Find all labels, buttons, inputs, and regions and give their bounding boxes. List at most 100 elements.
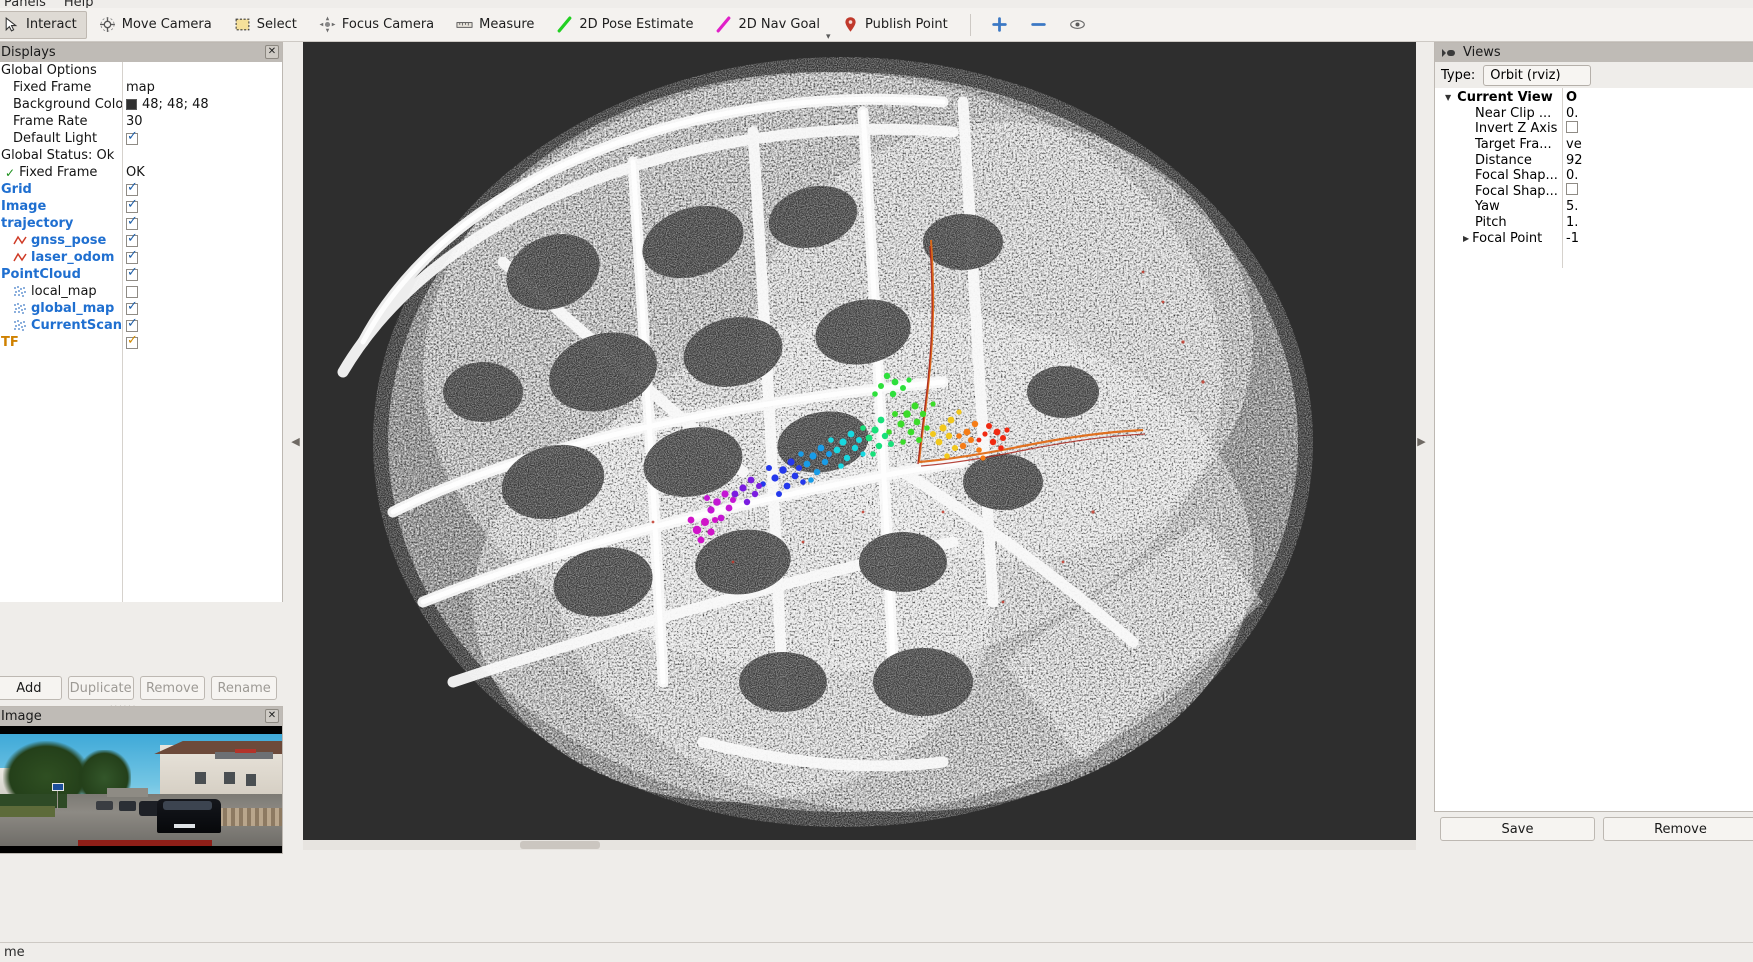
current-scan-checkbox[interactable]	[126, 317, 138, 332]
tool-2d-pose-estimate[interactable]: 2D Pose Estimate	[546, 11, 703, 39]
global-map-checkbox[interactable]	[126, 300, 138, 315]
select-icon	[235, 18, 250, 31]
display-row-image[interactable]: Image	[0, 198, 282, 215]
view-horizontal-scrollbar[interactable]	[303, 840, 1416, 850]
chevron-down-icon[interactable]: ▼	[1445, 93, 1451, 102]
views-prop-value[interactable]: 0.	[1562, 106, 1753, 121]
tool-visibility-button[interactable]	[1059, 11, 1096, 39]
display-row-global-status[interactable]: Global Status: Ok	[0, 147, 282, 164]
default-light-checkbox[interactable]	[126, 130, 138, 145]
add-tool-button[interactable]	[981, 11, 1018, 39]
image-checkbox[interactable]	[126, 198, 138, 213]
laser-odom-checkbox[interactable]	[126, 249, 138, 264]
views-prop-value[interactable]: 92	[1562, 153, 1753, 168]
views-row-yaw[interactable]: Yaw 5.	[1435, 199, 1753, 215]
display-label: laser_odom	[31, 250, 115, 265]
display-row-laser-odom[interactable]: laser_odom	[0, 249, 282, 266]
left-panel-collapse-handle[interactable]: ◀	[291, 434, 300, 450]
render-view-3d[interactable]	[303, 42, 1416, 840]
image-close-button[interactable]: ✕	[265, 709, 279, 723]
car-far	[119, 801, 137, 812]
display-row-grid[interactable]: Grid	[0, 181, 282, 198]
views-prop-value[interactable]: 1.	[1562, 215, 1753, 230]
display-label: Frame Rate	[13, 114, 88, 129]
focal-shape-fixed-checkbox[interactable]	[1566, 183, 1578, 196]
camera-image-view[interactable]	[0, 726, 282, 853]
path-icon	[13, 252, 27, 262]
display-row-fixed-frame[interactable]: Fixed Frame map	[0, 79, 282, 96]
remove-display-button: Remove	[139, 676, 206, 700]
tool-move-camera[interactable]: Move Camera	[89, 11, 222, 39]
views-prop-label: Focal Point	[1472, 230, 1543, 246]
path-icon	[13, 235, 27, 245]
display-row-global-map[interactable]: global_map	[0, 300, 282, 317]
views-row-distance[interactable]: Distance 92	[1435, 152, 1753, 168]
remove-view-button[interactable]: Remove	[1603, 817, 1753, 841]
display-row-trajectory[interactable]: trajectory	[0, 215, 282, 232]
views-row-near-clip[interactable]: Near Clip ... 0.	[1435, 106, 1753, 122]
views-prop-value[interactable]: ve	[1562, 137, 1753, 152]
pointcloud-checkbox[interactable]	[126, 266, 138, 281]
street-sign	[52, 783, 64, 792]
views-row-focal-shape-fixed[interactable]: Focal Shap...	[1435, 183, 1753, 200]
views-prop-value[interactable]: 5.	[1562, 199, 1753, 214]
nav-goal-icon	[717, 16, 731, 33]
display-row-status-fixed-frame[interactable]: ✓ Fixed Frame OK	[0, 164, 282, 181]
tool-2d-nav-goal[interactable]: 2D Nav Goal	[705, 11, 830, 39]
display-label: Background Color	[13, 97, 122, 112]
toolbar-overflow-arrow[interactable]: ▾	[826, 32, 831, 42]
tool-publish-point-label: Publish Point	[865, 17, 948, 32]
display-row-tf[interactable]: TF	[0, 334, 282, 351]
tool-interact[interactable]: Interact	[0, 10, 87, 39]
display-row-background-color[interactable]: Background Color 48; 48; 48	[0, 96, 282, 113]
displays-close-button[interactable]: ✕	[265, 45, 279, 59]
views-row-target-frame[interactable]: Target Fra... ve	[1435, 137, 1753, 153]
views-prop-value[interactable]: 0.	[1562, 168, 1753, 183]
views-prop-label: Distance	[1475, 152, 1532, 168]
display-label: global_map	[31, 301, 115, 316]
invert-z-axis-checkbox[interactable]	[1566, 120, 1578, 133]
view-scrollbar-thumb[interactable]	[520, 841, 600, 849]
views-row-invert-z-axis[interactable]: Invert Z Axis	[1435, 120, 1753, 137]
trajectory-checkbox[interactable]	[126, 215, 138, 230]
views-row-focal-point[interactable]: ▶ Focal Point -1	[1435, 230, 1753, 246]
display-row-local-map[interactable]: local_map	[0, 283, 282, 300]
grid-checkbox[interactable]	[126, 181, 138, 196]
views-column-divider[interactable]	[1562, 88, 1563, 268]
views-row-focal-shape-size[interactable]: Focal Shap... 0.	[1435, 168, 1753, 184]
background-color-swatch[interactable]	[126, 99, 137, 110]
flower-box	[235, 748, 256, 754]
plus-icon	[992, 17, 1007, 32]
tool-focus-camera[interactable]: Focus Camera	[309, 11, 444, 39]
tool-measure[interactable]: Measure	[446, 11, 544, 39]
views-prop-value[interactable]: -1	[1562, 231, 1753, 246]
display-row-default-light[interactable]: Default Light	[0, 130, 282, 147]
chevron-right-icon[interactable]: ▶	[1463, 234, 1469, 243]
right-panel-collapse-handle[interactable]: ▶	[1417, 434, 1426, 450]
current-view-label: Current View	[1457, 90, 1553, 106]
window	[245, 774, 256, 786]
display-row-current-scan[interactable]: CurrentScan	[0, 317, 282, 334]
local-map-checkbox[interactable]	[126, 285, 138, 298]
views-prop-label: Focal Shap...	[1475, 183, 1558, 199]
save-view-button[interactable]: Save	[1440, 817, 1595, 841]
focus-camera-icon	[319, 16, 336, 33]
display-row-gnss-pose[interactable]: gnss_pose	[0, 232, 282, 249]
views-prop-label: Focal Shap...	[1475, 168, 1558, 184]
views-row-pitch[interactable]: Pitch 1.	[1435, 215, 1753, 231]
gnss-pose-checkbox[interactable]	[126, 232, 138, 247]
views-row-current-view[interactable]: ▼ Current View O	[1435, 90, 1753, 106]
views-prop-label: Target Fra...	[1475, 137, 1552, 153]
pointcloud-map	[303, 42, 1416, 840]
status-bar: me	[0, 942, 1753, 962]
display-row-frame-rate[interactable]: Frame Rate 30	[0, 113, 282, 130]
display-row-pointcloud[interactable]: PointCloud	[0, 266, 282, 283]
remove-tool-button[interactable]	[1020, 11, 1057, 39]
tool-select[interactable]: Select	[224, 11, 307, 39]
tf-checkbox[interactable]	[126, 334, 138, 349]
view-type-combobox[interactable]: Orbit (rviz)	[1483, 64, 1592, 86]
display-label: TF	[1, 335, 19, 350]
add-display-button[interactable]: Add	[0, 676, 62, 700]
tool-publish-point[interactable]: Publish Point	[832, 11, 958, 39]
display-row-global-options[interactable]: Global Options	[0, 62, 282, 79]
